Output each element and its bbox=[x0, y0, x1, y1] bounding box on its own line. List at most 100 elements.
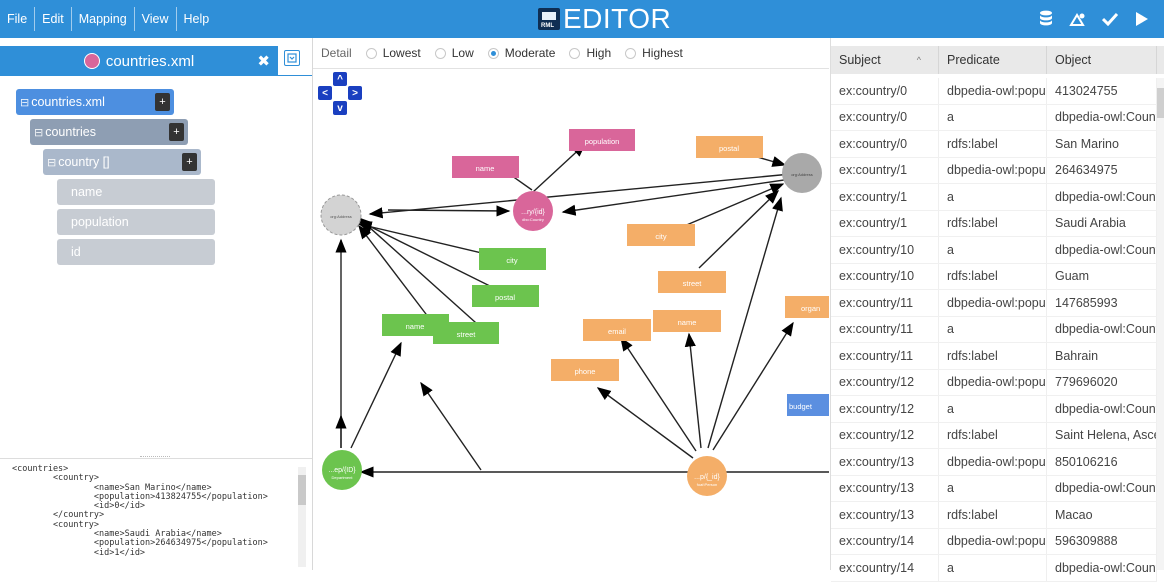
tab-underline bbox=[0, 75, 312, 76]
tree-node-label: countries bbox=[45, 125, 96, 139]
cell-subject: ex:country/1 bbox=[831, 184, 939, 210]
close-icon[interactable]: ✖ bbox=[257, 52, 270, 70]
cell-subject: ex:country/10 bbox=[831, 263, 939, 289]
cell-predicate: a bbox=[939, 104, 1047, 130]
add-icon[interactable]: + bbox=[155, 93, 170, 111]
table-row[interactable]: ex:country/11 a dbpedia-owl:Countr bbox=[831, 316, 1157, 343]
table-row[interactable]: ex:country/1 rdfs:label Saudi Arabia bbox=[831, 210, 1157, 237]
table-row[interactable]: ex:country/12 dbpedia-owl:popula 779696020 bbox=[831, 369, 1157, 396]
collapse-icon[interactable]: ⊟ bbox=[47, 156, 56, 169]
menu-view[interactable]: View bbox=[135, 7, 177, 31]
app-title: EDITOR bbox=[563, 3, 672, 34]
table-row[interactable]: ex:country/10 a dbpedia-owl:Countr bbox=[831, 237, 1157, 264]
table-row[interactable]: ex:country/11 rdfs:label Bahrain bbox=[831, 343, 1157, 370]
table-row[interactable]: ex:country/0 a dbpedia-owl:Countr bbox=[831, 104, 1157, 131]
cell-predicate: a bbox=[939, 396, 1047, 422]
play-icon[interactable] bbox=[1132, 8, 1152, 30]
column-header-subject[interactable]: Subject ^ bbox=[831, 46, 939, 74]
box-label: city bbox=[506, 256, 518, 265]
tree-leaf-name[interactable]: name bbox=[57, 179, 215, 205]
xml-code: <countries> <country> <name>San Marino</… bbox=[12, 464, 268, 558]
sort-ascending-icon[interactable]: ^ bbox=[917, 55, 921, 65]
code-scrollbar[interactable] bbox=[298, 467, 306, 567]
box-label: budget bbox=[789, 402, 813, 411]
mapping-graph-panel: Detail Lowest Low Moderate High Highest … bbox=[313, 38, 829, 570]
table-scrollbar[interactable] bbox=[1157, 78, 1164, 570]
tree-node-countries[interactable]: ⊟ countries + bbox=[30, 119, 188, 145]
table-row[interactable]: ex:country/13 rdfs:label Macao bbox=[831, 502, 1157, 529]
table-row[interactable]: ex:country/12 a dbpedia-owl:Countr bbox=[831, 396, 1157, 423]
table-row[interactable]: ex:country/0 dbpedia-owl:popula 413024755 bbox=[831, 78, 1157, 105]
table-row[interactable]: ex:country/13 dbpedia-owl:popula 850106216 bbox=[831, 449, 1157, 476]
table-row[interactable]: ex:country/14 a dbpedia-owl:Countr bbox=[831, 555, 1157, 582]
cell-subject: ex:country/0 bbox=[831, 131, 939, 157]
table-row[interactable]: ex:country/14 dbpedia-owl:popula 596309888 bbox=[831, 528, 1157, 555]
mapping-graph[interactable]: org:Address ...ry/{id} dbo:Country org:A… bbox=[313, 38, 829, 570]
table-row[interactable]: ex:country/0 rdfs:label San Marino bbox=[831, 131, 1157, 158]
add-icon[interactable]: + bbox=[169, 123, 184, 141]
cell-subject: ex:country/13 bbox=[831, 502, 939, 528]
cell-object: dbpedia-owl:Countr bbox=[1047, 316, 1157, 342]
tree-leaf-id[interactable]: id bbox=[57, 239, 215, 265]
table-row[interactable]: ex:country/12 rdfs:label Saint Helena, Asc… bbox=[831, 422, 1157, 449]
cell-predicate: rdfs:label bbox=[939, 422, 1047, 448]
cell-object: 147685993 bbox=[1047, 290, 1157, 316]
menu-mapping[interactable]: Mapping bbox=[72, 7, 135, 31]
table-row[interactable]: ex:country/1 dbpedia-owl:popula 264634975 bbox=[831, 157, 1157, 184]
column-header-object[interactable]: Object bbox=[1047, 46, 1157, 74]
cell-subject: ex:country/10 bbox=[831, 237, 939, 263]
graph-edges bbox=[335, 143, 829, 478]
share-icon[interactable] bbox=[1068, 8, 1088, 30]
check-icon[interactable] bbox=[1100, 8, 1120, 30]
tree-node-label: countries.xml bbox=[31, 95, 105, 109]
table-row[interactable]: ex:country/10 rdfs:label Guam bbox=[831, 263, 1157, 290]
table-row[interactable]: ex:country/13 a dbpedia-owl:Countr bbox=[831, 475, 1157, 502]
cell-object: 264634975 bbox=[1047, 157, 1157, 183]
file-color-dot bbox=[83, 53, 100, 69]
file-tab[interactable]: countries.xml ✖ bbox=[0, 46, 278, 76]
tree-node-countries-xml[interactable]: ⊟ countries.xml + bbox=[16, 89, 174, 115]
code-scrollbar-thumb[interactable] bbox=[298, 475, 306, 505]
xml-source-view[interactable]: <countries> <country> <name>San Marino</… bbox=[0, 458, 312, 571]
tree-node-label: country [] bbox=[58, 155, 110, 169]
cell-predicate: a bbox=[939, 237, 1047, 263]
menu-file[interactable]: File bbox=[0, 7, 36, 31]
cell-object: dbpedia-owl:Countr bbox=[1047, 555, 1157, 581]
cell-object: San Marino bbox=[1047, 131, 1157, 157]
cell-object: 779696020 bbox=[1047, 369, 1157, 395]
add-icon[interactable]: + bbox=[182, 153, 197, 171]
column-header-predicate[interactable]: Predicate bbox=[939, 46, 1047, 74]
dropdown-toggle-icon[interactable] bbox=[284, 50, 300, 66]
box-label: phone bbox=[575, 367, 596, 376]
cell-object: 596309888 bbox=[1047, 528, 1157, 554]
cell-subject: ex:country/13 bbox=[831, 475, 939, 501]
box-label: postal bbox=[495, 293, 515, 302]
cell-predicate: dbpedia-owl:popula bbox=[939, 449, 1047, 475]
table-row[interactable]: ex:country/1 a dbpedia-owl:Countr bbox=[831, 184, 1157, 211]
cell-object: Bahrain bbox=[1047, 343, 1157, 369]
table-row[interactable]: ex:country/11 dbpedia-owl:popula 147685993 bbox=[831, 290, 1157, 317]
cell-predicate: a bbox=[939, 555, 1047, 581]
collapse-icon[interactable]: ⊟ bbox=[20, 96, 29, 109]
node-class-label: foaf:Person bbox=[697, 482, 717, 487]
node-label: ...ep/{ID} bbox=[328, 467, 356, 474]
box-label: street bbox=[683, 279, 703, 288]
cell-subject: ex:country/0 bbox=[831, 78, 939, 104]
rml-logo-icon: RML bbox=[538, 8, 560, 30]
database-icon[interactable] bbox=[1036, 8, 1056, 30]
node-label: org:Address bbox=[791, 172, 813, 177]
cell-subject: ex:country/0 bbox=[831, 104, 939, 130]
box-label: city bbox=[655, 232, 667, 241]
cell-subject: ex:country/14 bbox=[831, 528, 939, 554]
tree-node-country[interactable]: ⊟ country [] + bbox=[43, 149, 201, 175]
cell-predicate: dbpedia-owl:popula bbox=[939, 157, 1047, 183]
cell-object: Macao bbox=[1047, 502, 1157, 528]
cell-predicate: dbpedia-owl:popula bbox=[939, 369, 1047, 395]
tree-leaf-population[interactable]: population bbox=[57, 209, 215, 235]
table-scrollbar-thumb[interactable] bbox=[1157, 88, 1164, 118]
header-label: Subject bbox=[839, 53, 881, 67]
box-label: organ bbox=[801, 304, 820, 313]
menu-help[interactable]: Help bbox=[177, 7, 217, 31]
menu-edit[interactable]: Edit bbox=[35, 7, 72, 31]
collapse-icon[interactable]: ⊟ bbox=[34, 126, 43, 139]
